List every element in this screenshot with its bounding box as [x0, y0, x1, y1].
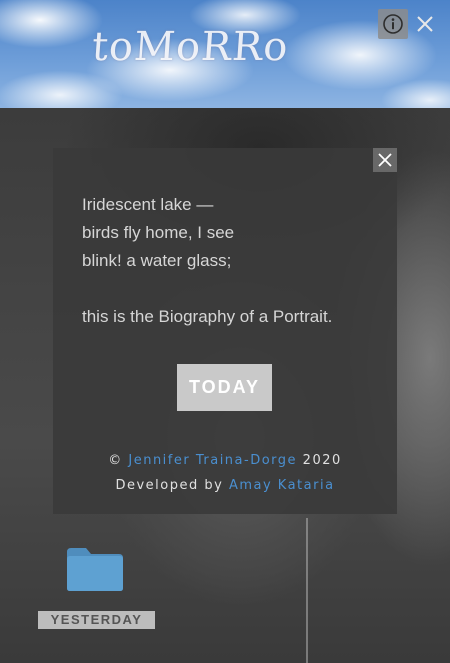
developer-link[interactable]: Amay Kataria: [229, 478, 335, 493]
close-icon: [378, 153, 392, 167]
haiku: Iridescent lake — birds fly home, I see …: [82, 191, 332, 331]
earphone-cable: [306, 518, 308, 663]
today-button[interactable]: TODAY: [177, 364, 272, 411]
developed-by-text: Developed by: [115, 478, 224, 493]
about-modal: Iridescent lake — birds fly home, I see …: [53, 148, 397, 514]
haiku-line-3: blink! a water glass;: [82, 251, 232, 270]
info-icon: [383, 14, 403, 34]
app-logo: toMoRRo: [90, 24, 291, 70]
header-icons: [378, 9, 438, 39]
tagline: this is the Biography of a Portrait.: [82, 307, 333, 326]
info-button[interactable]: [378, 9, 408, 39]
copyright-year: 2020: [302, 453, 342, 468]
close-icon: [417, 16, 433, 32]
modal-close-button[interactable]: [373, 148, 397, 172]
credits: © Jennifer Traina-Dorge 2020 Developed b…: [53, 448, 397, 498]
copyright-symbol: ©: [108, 453, 123, 468]
folder-icon[interactable]: [66, 546, 124, 592]
sky-header: toMoRRo: [0, 0, 450, 108]
developer-line: Developed by Amay Kataria: [53, 473, 397, 498]
yesterday-folder-label[interactable]: YESTERDAY: [38, 611, 155, 629]
app-window: toMoRRo Iridescent lake — birds fly home…: [0, 0, 450, 663]
haiku-line-2: birds fly home, I see: [82, 223, 235, 242]
close-app-button[interactable]: [412, 9, 438, 39]
author-link[interactable]: Jennifer Traina-Dorge: [128, 453, 297, 468]
haiku-line-1: Iridescent lake —: [82, 195, 214, 214]
copyright-line: © Jennifer Traina-Dorge 2020: [53, 448, 397, 473]
